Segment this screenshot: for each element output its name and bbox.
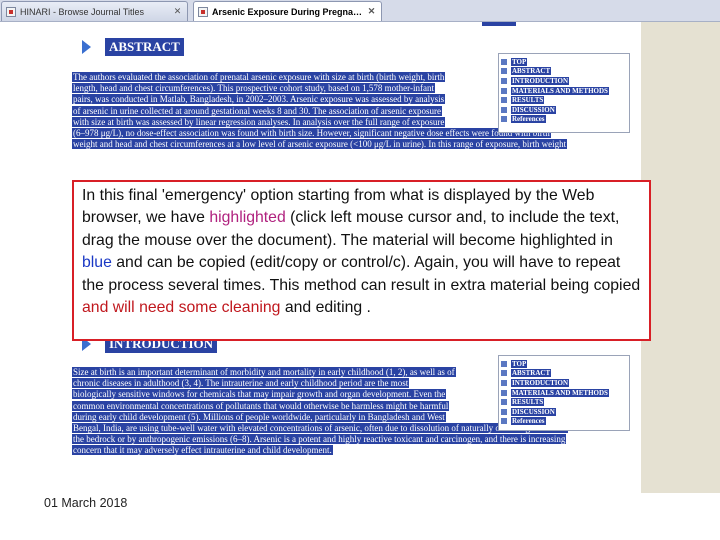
- text-line: pairs, was conducted in Matlab, Banglade…: [72, 94, 492, 105]
- instruction-callout: In this final 'emergency' option startin…: [72, 180, 651, 341]
- toc-item[interactable]: TOP: [501, 359, 627, 369]
- toc-arrow-icon: [501, 77, 507, 84]
- toc-label: DISCUSSION: [511, 105, 556, 114]
- toc-arrow-icon: [501, 408, 507, 415]
- callout-blue-word: blue: [82, 254, 112, 272]
- text-line: the bedrock or by anthropogenic emission…: [72, 434, 628, 445]
- selected-text: length, head and chest circumferences). …: [72, 83, 435, 94]
- callout-text: In this final 'emergency' option startin…: [82, 185, 641, 319]
- selected-text: the bedrock or by anthropogenic emission…: [72, 434, 567, 445]
- selected-text: Bengal, India, are using tube-well water…: [72, 422, 568, 433]
- toc-label: MATERIALS AND METHODS: [511, 86, 609, 95]
- toc-arrow-icon: [501, 116, 507, 123]
- callout-red-phrase: and will need some cleaning: [82, 299, 281, 317]
- toc-item[interactable]: MATERIALS AND METHODS: [501, 86, 627, 96]
- selected-text: during early child development (5). Mill…: [72, 411, 446, 422]
- toc-box-introduction: TOP ABSTRACT INTRODUCTION MATERIALS AND MET…: [498, 355, 630, 431]
- toc-label: MATERIALS AND METHODS: [511, 388, 609, 397]
- top-link[interactable]: [482, 22, 516, 26]
- browser-tab-strip: HINARI - Browse Journal Titles ✕ Arsenic…: [0, 0, 720, 22]
- selected-text: of arsenic in urine collected at around …: [72, 105, 442, 116]
- article-favicon-icon: [198, 6, 208, 17]
- hinari-favicon-icon: [6, 6, 16, 17]
- toc-item[interactable]: ABSTRACT: [501, 67, 627, 77]
- abstract-section-header: ABSTRACT: [82, 38, 184, 56]
- toc-label: TOP: [511, 57, 528, 66]
- toc-arrow-icon: [501, 418, 507, 425]
- toc-arrow-icon: [501, 58, 507, 65]
- callout-highlighted-word: highlighted: [209, 209, 286, 227]
- toc-arrow-icon: [501, 360, 507, 367]
- callout-text-rest: and can be copied (edit/copy or control/…: [82, 254, 641, 294]
- selected-text: concern that it may adversely effect int…: [72, 445, 333, 456]
- abstract-heading: ABSTRACT: [105, 38, 184, 56]
- toc-arrow-icon: [501, 379, 507, 386]
- toc-label: INTRODUCTION: [511, 76, 570, 85]
- tab-arsenic-article[interactable]: Arsenic Exposure During Pregnan... ✕: [193, 1, 382, 21]
- callout-text-end: and editing .: [280, 299, 371, 317]
- toc-label: RESULTS: [511, 96, 545, 105]
- toc-item[interactable]: RESULTS: [501, 397, 627, 407]
- tab-hinari-browse[interactable]: HINARI - Browse Journal Titles ✕: [1, 1, 188, 21]
- toc-label: ABSTRACT: [511, 369, 552, 378]
- toc-label: References: [511, 417, 546, 426]
- toc-label: RESULTS: [511, 398, 545, 407]
- toc-box-abstract: TOP ABSTRACT INTRODUCTION MATERIALS AND MET…: [498, 53, 630, 133]
- toc-label: TOP: [511, 359, 528, 368]
- toc-item[interactable]: TOP: [501, 57, 627, 67]
- toc-item[interactable]: DISCUSSION: [501, 407, 627, 417]
- toc-arrow-icon: [501, 87, 507, 94]
- toc-label: INTRODUCTION: [511, 378, 570, 387]
- toc-item[interactable]: ABSTRACT: [501, 369, 627, 379]
- selected-text: pairs, was conducted in Matlab, Banglade…: [72, 94, 446, 105]
- close-tab-icon[interactable]: ✕: [172, 6, 183, 17]
- text-line: of arsenic in urine collected at around …: [72, 105, 492, 117]
- selected-text: chronic diseases in adulthood (3, 4). Th…: [72, 378, 410, 389]
- toc-item[interactable]: RESULTS: [501, 95, 627, 105]
- selected-text: The authors evaluated the association of…: [72, 72, 446, 82]
- toc-arrow-icon: [501, 399, 507, 406]
- toc-label: DISCUSSION: [511, 407, 556, 416]
- tab-title: HINARI - Browse Journal Titles: [20, 6, 145, 17]
- text-line: The authors evaluated the association of…: [72, 72, 492, 83]
- toc-arrow-icon: [501, 370, 507, 377]
- page-margin: [641, 22, 720, 493]
- text-line: biologically sensitive windows for chemi…: [72, 389, 492, 400]
- text-line: weight and head and chest circumferences…: [72, 139, 628, 150]
- text-line: common environmental concentrations of p…: [72, 400, 492, 412]
- text-line: length, head and chest circumferences). …: [72, 83, 492, 94]
- toc-item[interactable]: References: [501, 417, 627, 427]
- section-arrow-icon: [82, 40, 91, 54]
- abstract-paragraph: The authors evaluated the association of…: [72, 72, 568, 150]
- text-line: during early child development (5). Mill…: [72, 411, 492, 423]
- introduction-paragraph: Size at birth is an important determinan…: [72, 367, 568, 457]
- selected-text: Size at birth is an important determinan…: [72, 367, 456, 377]
- toc-arrow-icon: [501, 106, 507, 113]
- text-line: chronic diseases in adulthood (3, 4). Th…: [72, 378, 492, 389]
- close-tab-icon[interactable]: ✕: [366, 6, 377, 17]
- toc-item[interactable]: DISCUSSION: [501, 105, 627, 115]
- toc-arrow-icon: [501, 97, 507, 104]
- toc-arrow-icon: [501, 389, 507, 396]
- slide-date: 01 March 2018: [44, 496, 128, 510]
- selected-text: common environmental concentrations of p…: [72, 400, 450, 411]
- toc-item[interactable]: MATERIALS AND METHODS: [501, 388, 627, 398]
- toc-item[interactable]: INTRODUCTION: [501, 378, 627, 388]
- tab-title: Arsenic Exposure During Pregnan...: [212, 6, 366, 17]
- toc-arrow-icon: [501, 68, 507, 75]
- selected-text: biologically sensitive windows for chemi…: [72, 389, 447, 400]
- slide-footer: 01 March 2018: [0, 493, 720, 540]
- text-line: concern that it may adversely effect int…: [72, 445, 628, 456]
- toc-label: ABSTRACT: [511, 67, 552, 76]
- selected-text: weight and head and chest circumferences…: [72, 139, 568, 150]
- toc-label: References: [511, 115, 546, 124]
- text-line: Size at birth is an important determinan…: [72, 367, 492, 378]
- selected-text: with size at birth was assessed by linea…: [72, 116, 446, 127]
- selected-text: (6–978 μg/L), no dose-effect association…: [72, 127, 551, 138]
- toc-item[interactable]: INTRODUCTION: [501, 76, 627, 86]
- toc-item[interactable]: References: [501, 115, 627, 125]
